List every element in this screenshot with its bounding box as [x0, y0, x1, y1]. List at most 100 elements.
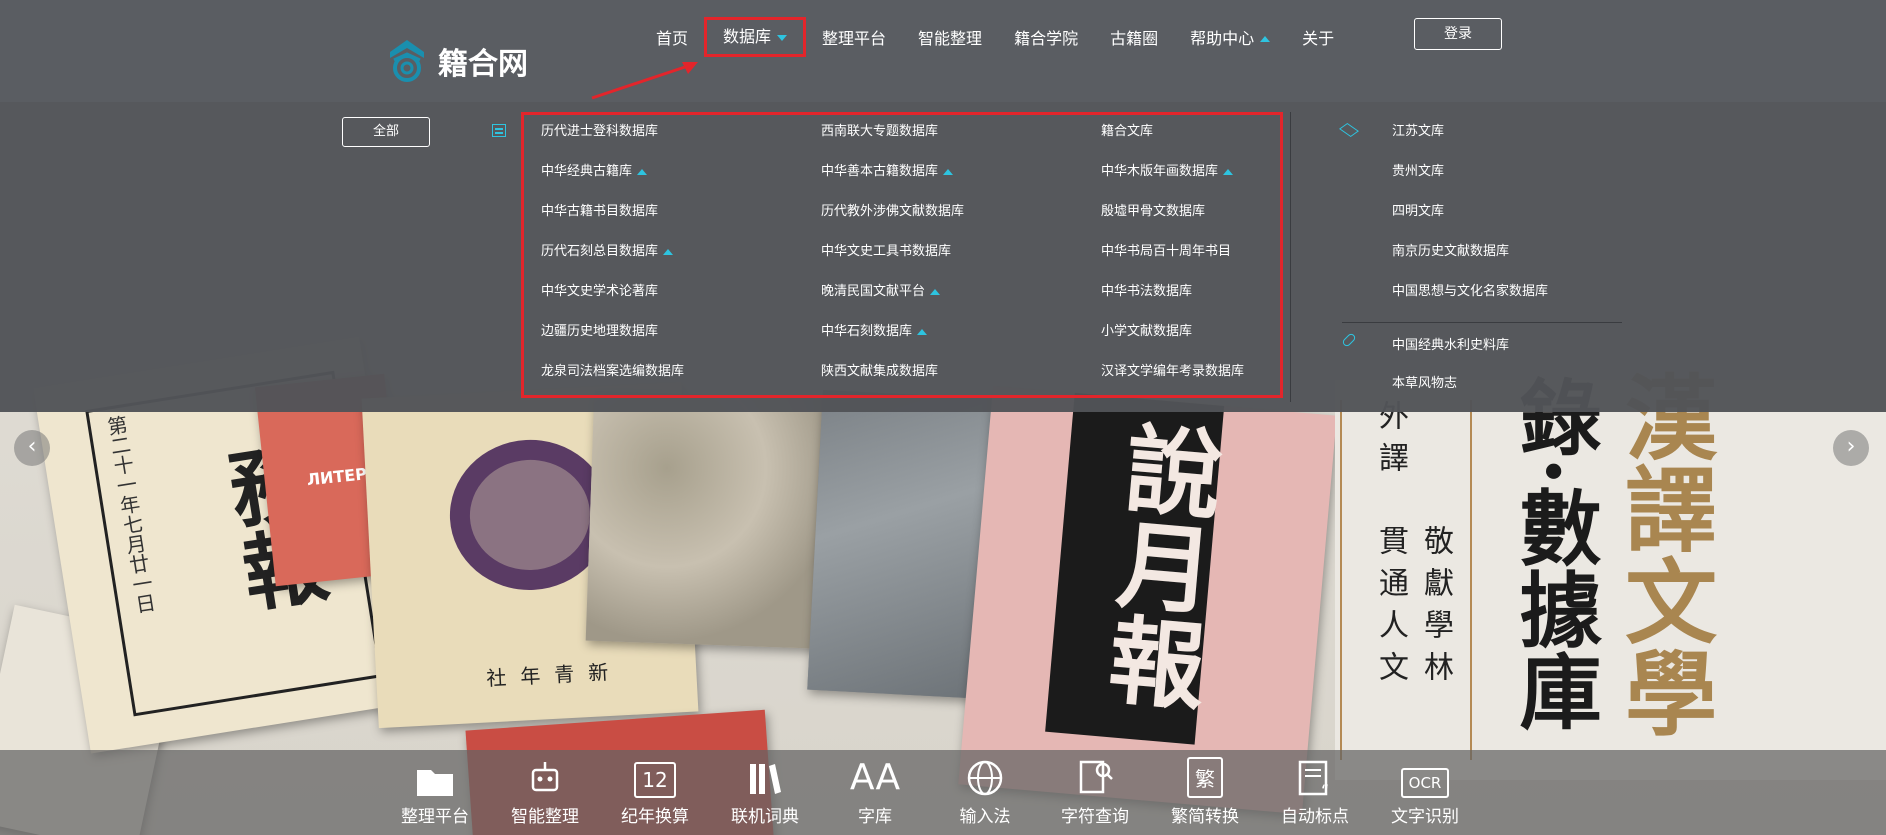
- library-link[interactable]: 中国思想与文化名家数据库: [1392, 280, 1548, 320]
- database-link[interactable]: 中华经典古籍库: [541, 160, 821, 200]
- tool-label: 自动标点: [1281, 807, 1349, 827]
- nav-academy[interactable]: 籍合学院: [998, 22, 1094, 56]
- tool-globe[interactable]: 输入法: [930, 750, 1040, 835]
- nav-home[interactable]: 首页: [640, 22, 704, 56]
- books-icon: [710, 750, 820, 798]
- site-logo[interactable]: 籍合网: [384, 38, 528, 84]
- database-link-label: 中华石刻数据库: [821, 324, 913, 339]
- tool-convert[interactable]: 繁繁简转换: [1150, 750, 1260, 835]
- login-button[interactable]: 登录: [1414, 18, 1502, 50]
- carousel-prev-button[interactable]: ‹: [14, 430, 50, 466]
- library-link[interactable]: 贵州文库: [1392, 160, 1548, 200]
- related-link[interactable]: 中国经典水利史料库: [1392, 334, 1509, 372]
- database-link-label: 边疆历史地理数据库: [541, 324, 659, 339]
- tool-font[interactable]: AA 字库: [820, 750, 930, 835]
- panel-rule: [1340, 400, 1342, 760]
- database-link[interactable]: 历代石刻总目数据库: [541, 240, 821, 280]
- database-link[interactable]: 中华善本古籍数据库: [821, 160, 1101, 200]
- database-link[interactable]: 历代进士登科数据库: [541, 120, 821, 160]
- database-link[interactable]: 中华书局百十周年书目: [1101, 240, 1381, 280]
- database-link[interactable]: 历代教外涉佛文献数据库: [821, 200, 1101, 240]
- panel-title-gold: 漢譯文學: [1609, 370, 1718, 738]
- all-databases-button[interactable]: 全部: [342, 117, 430, 147]
- folder-icon: [380, 750, 490, 798]
- nav-label: 智能整理: [918, 28, 983, 48]
- font-icon: AA: [820, 750, 930, 798]
- database-link-label: 西南联大专题数据库: [821, 124, 939, 139]
- nav-label: 籍合学院: [1014, 28, 1079, 48]
- database-link-label: 龙泉司法档案选编数据库: [541, 364, 685, 379]
- library-link[interactable]: 四明文库: [1392, 200, 1548, 240]
- database-link[interactable]: 晚清民国文献平台: [821, 280, 1101, 320]
- calendar-icon-glyph: 12: [634, 762, 676, 798]
- caret-up-icon: [917, 328, 928, 335]
- database-link[interactable]: 中华石刻数据库: [821, 320, 1101, 360]
- database-dropdown: 全部 历代进士登科数据库 西南联大专题数据库 籍合文库中华经典古籍库 中华善本古籍数据…: [0, 102, 1886, 412]
- globe-icon: [930, 750, 1040, 798]
- svg-text:“: “: [1321, 781, 1329, 798]
- nav-database[interactable]: 数据库: [704, 17, 807, 57]
- database-link[interactable]: 籍合文库: [1101, 120, 1381, 160]
- tool-ocr[interactable]: OCR 文字识别: [1370, 750, 1480, 835]
- database-link[interactable]: 龙泉司法档案选编数据库: [541, 360, 821, 400]
- tool-label: 输入法: [959, 807, 1011, 827]
- document-search-icon: [1040, 750, 1150, 798]
- tool-books[interactable]: 联机词典: [710, 750, 820, 835]
- database-link-label: 籍合文库: [1101, 124, 1154, 139]
- tools-toolbar: 整理平台 智能整理 12 纪年换算 联机词典 AA 字库 输入法 字符查询 繁繁简转换 “ 自动标点 O…: [0, 750, 1886, 835]
- nav-platform[interactable]: 整理平台: [806, 22, 902, 56]
- panel-text: 貫通人文: [1373, 525, 1408, 693]
- library-link[interactable]: 南京历史文献数据库: [1392, 240, 1548, 280]
- database-link-label: 殷墟甲骨文数据库: [1101, 204, 1206, 219]
- nav-help[interactable]: 帮助中心: [1174, 22, 1286, 56]
- side-divider: [1342, 322, 1622, 323]
- panel-rule: [1470, 400, 1472, 760]
- database-link[interactable]: 中华文史学术论著库: [541, 280, 821, 320]
- database-link[interactable]: 陕西文献集成数据库: [821, 360, 1101, 400]
- nav-about[interactable]: 关于: [1286, 22, 1350, 56]
- tool-calendar[interactable]: 12 纪年换算: [600, 750, 710, 835]
- caret-up-icon: [1223, 168, 1234, 175]
- database-link-label: 中华文史学术论著库: [541, 284, 659, 299]
- banner-magazine-art: [585, 390, 845, 650]
- caret-up-icon: [930, 288, 941, 295]
- tool-quote-document[interactable]: “ 自动标点: [1260, 750, 1370, 835]
- tool-label: 字库: [858, 807, 892, 827]
- library-link[interactable]: 江苏文库: [1392, 120, 1548, 160]
- nav-label: 数据库: [723, 27, 772, 46]
- database-list-icon: [492, 124, 506, 137]
- magazine-title: 社年青新: [485, 659, 623, 691]
- main-nav: 首页 数据库 整理平台 智能整理 籍合学院 古籍圈 帮助中心 关于: [640, 17, 1350, 57]
- calendar-icon: 12: [600, 750, 710, 798]
- caret-down-icon: [777, 34, 788, 41]
- database-link[interactable]: 边疆历史地理数据库: [541, 320, 821, 360]
- nav-label: 古籍圈: [1110, 28, 1159, 48]
- chevron-left-icon: ‹: [27, 434, 37, 459]
- database-link-label: 历代石刻总目数据库: [541, 244, 659, 259]
- database-link[interactable]: 中华木版年画数据库: [1101, 160, 1381, 200]
- quote-document-icon: “: [1260, 750, 1370, 798]
- database-link-label: 中华古籍书目数据库: [541, 204, 659, 219]
- database-link[interactable]: 中华文史工具书数据库: [821, 240, 1101, 280]
- robot-icon: [490, 750, 600, 798]
- database-link-label: 中华文史工具书数据库: [821, 244, 952, 259]
- panel-text: 外譯: [1373, 400, 1408, 484]
- database-link[interactable]: 小学文献数据库: [1101, 320, 1381, 360]
- nav-circle[interactable]: 古籍圈: [1094, 22, 1174, 56]
- database-link[interactable]: 殷墟甲骨文数据库: [1101, 200, 1381, 240]
- chevron-right-icon: ›: [1846, 434, 1856, 459]
- database-link[interactable]: 中华书法数据库: [1101, 280, 1381, 320]
- database-link[interactable]: 中华古籍书目数据库: [541, 200, 821, 240]
- database-link[interactable]: 西南联大专题数据库: [821, 120, 1101, 160]
- tool-label: 纪年换算: [621, 807, 689, 827]
- carousel-next-button[interactable]: ›: [1833, 430, 1869, 466]
- tool-robot[interactable]: 智能整理: [490, 750, 600, 835]
- related-links-list: 中国经典水利史料库 本草风物志: [1392, 334, 1509, 410]
- database-link-label: 中华善本古籍数据库: [821, 164, 939, 179]
- tool-document-search[interactable]: 字符查询: [1040, 750, 1150, 835]
- nav-smart-organize[interactable]: 智能整理: [902, 22, 998, 56]
- database-link[interactable]: 汉译文学编年考录数据库: [1101, 360, 1381, 400]
- nav-label: 关于: [1302, 28, 1335, 48]
- related-link[interactable]: 本草风物志: [1392, 372, 1509, 410]
- tool-folder[interactable]: 整理平台: [380, 750, 490, 835]
